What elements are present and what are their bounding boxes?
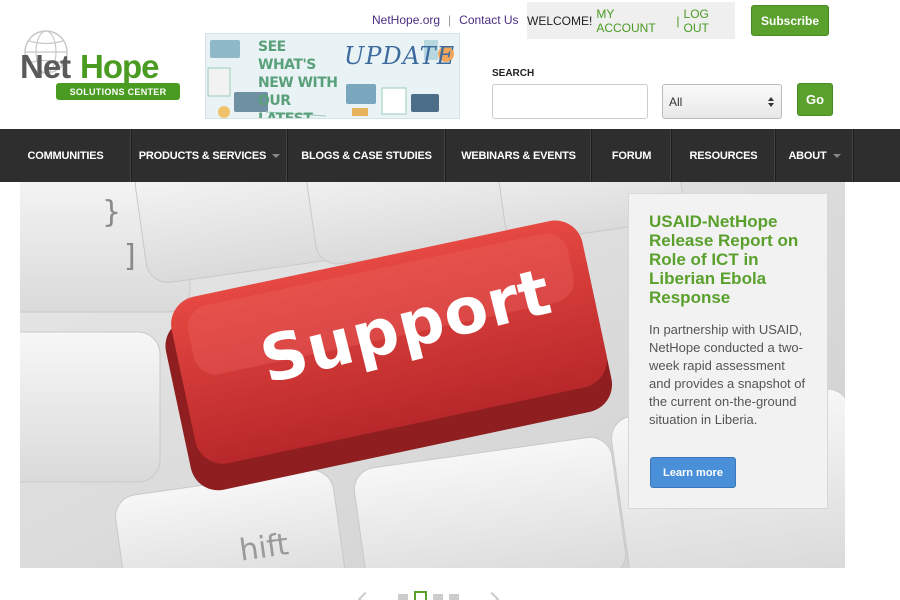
nav-label: WEBINARS & EVENTS bbox=[461, 149, 576, 162]
nav-communities[interactable]: COMMUNITIES bbox=[0, 129, 132, 182]
hero-slide[interactable]: } ] hift Support USAID-NetHope Release R… bbox=[20, 182, 845, 568]
log-out-link[interactable]: LOG OUT bbox=[684, 7, 735, 35]
logo-net-text: Net bbox=[20, 48, 71, 85]
chevron-left-icon[interactable] bbox=[357, 591, 373, 600]
nav-label: RESOURCES bbox=[689, 149, 758, 162]
nav-label: COMMUNITIES bbox=[27, 149, 104, 162]
nav-label: FORUM bbox=[611, 149, 652, 162]
subscribe-button[interactable]: Subscribe bbox=[751, 5, 829, 36]
slider-dot-active[interactable] bbox=[414, 590, 427, 600]
slider-dot[interactable] bbox=[433, 594, 443, 600]
slider-dot[interactable] bbox=[449, 594, 459, 600]
search-scope-select[interactable]: All bbox=[662, 84, 782, 119]
nav-blogs-case-studies[interactable]: BLOGS & CASE STUDIES bbox=[288, 129, 446, 182]
nav-webinars-events[interactable]: WEBINARS & EVENTS bbox=[446, 129, 592, 182]
chevron-down-icon bbox=[832, 153, 841, 158]
my-account-link[interactable]: MY ACCOUNT bbox=[596, 7, 672, 35]
chevron-down-icon bbox=[272, 153, 281, 158]
slider-controls bbox=[357, 588, 500, 600]
learn-more-button[interactable]: Learn more bbox=[650, 457, 736, 488]
nav-label: BLOGS & CASE STUDIES bbox=[301, 149, 432, 162]
welcome-text: WELCOME! bbox=[527, 13, 593, 28]
logo-hope-text: Hope bbox=[80, 48, 159, 85]
promo-text: SEE WHAT'S NEW WITH OUR LATEST bbox=[258, 39, 338, 119]
hero-caption-card: USAID-NetHope Release Report on Role of … bbox=[628, 193, 828, 509]
contact-us-link[interactable]: Contact Us bbox=[459, 13, 518, 27]
promo-update-text: UPDATE bbox=[344, 42, 456, 70]
chevron-right-icon[interactable] bbox=[484, 591, 500, 600]
nethope-org-link[interactable]: NetHope.org bbox=[372, 13, 440, 27]
search-scope-value: All bbox=[669, 94, 683, 109]
nav-about[interactable]: ABOUT bbox=[776, 129, 854, 182]
account-box: WELCOME! MY ACCOUNT | LOG OUT bbox=[527, 2, 735, 39]
utility-separator: | bbox=[448, 13, 452, 27]
account-separator: | bbox=[676, 13, 680, 28]
promo-banner[interactable]: SEE WHAT'S NEW WITH OUR LATEST UPDATE bbox=[205, 33, 460, 119]
svg-text:}: } bbox=[102, 195, 121, 230]
slider-dot[interactable] bbox=[398, 594, 408, 600]
nethope-logo[interactable]: Net Hope SOLUTIONS CENTER bbox=[18, 28, 186, 106]
svg-text:]: ] bbox=[124, 239, 136, 274]
main-navigation: COMMUNITIES PRODUCTS & SERVICES BLOGS & … bbox=[0, 129, 900, 182]
hero-title[interactable]: USAID-NetHope Release Report on Role of … bbox=[649, 212, 807, 307]
nav-forum[interactable]: FORUM bbox=[592, 129, 672, 182]
nav-products-services[interactable]: PRODUCTS & SERVICES bbox=[132, 129, 288, 182]
nav-label: PRODUCTS & SERVICES bbox=[138, 149, 267, 162]
search-label: SEARCH bbox=[492, 68, 535, 79]
logo-tagline: SOLUTIONS CENTER bbox=[56, 83, 180, 100]
nav-label: ABOUT bbox=[788, 149, 827, 162]
select-arrows-icon bbox=[768, 96, 774, 107]
hero-description: In partnership with USAID, NetHope condu… bbox=[649, 322, 806, 427]
svg-text:hift: hift bbox=[237, 527, 291, 568]
search-go-button[interactable]: Go bbox=[797, 83, 833, 116]
utility-links: NetHope.org | Contact Us bbox=[372, 13, 519, 27]
nav-resources[interactable]: RESOURCES bbox=[672, 129, 776, 182]
search-input[interactable] bbox=[492, 84, 648, 119]
